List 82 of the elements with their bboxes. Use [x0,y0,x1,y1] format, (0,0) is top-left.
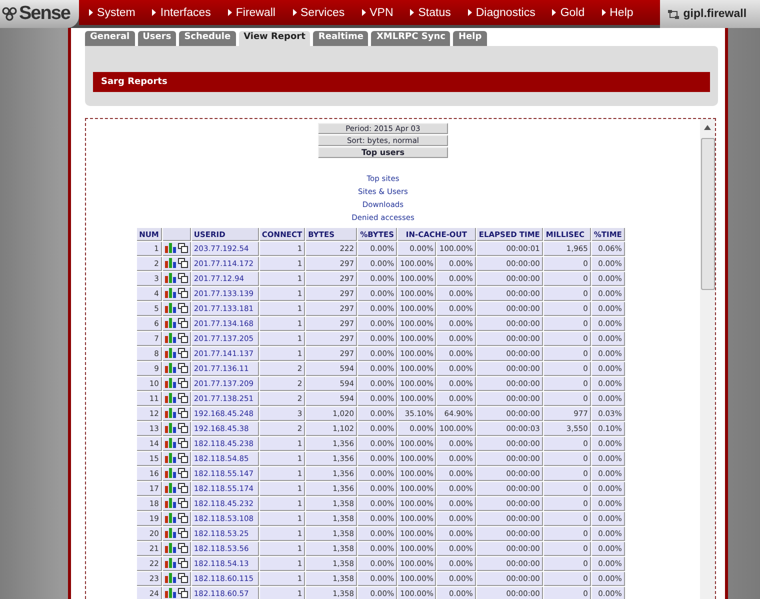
windows-icon[interactable] [178,242,188,252]
windows-icon[interactable] [178,512,188,522]
section-title: Sarg Reports [93,72,710,92]
tab[interactable]: Help [453,31,487,46]
scroll-up-icon[interactable] [704,125,711,130]
triangle-icon [410,9,414,16]
windows-icon[interactable] [178,482,188,492]
bar-chart-icon[interactable] [164,348,176,358]
bar-chart-icon[interactable] [164,558,176,568]
bar-chart-icon[interactable] [164,572,176,582]
host-name: gipl.firewall [683,8,747,20]
tab[interactable]: Schedule [179,31,236,46]
bar-chart-icon[interactable] [164,408,176,418]
windows-icon[interactable] [178,542,188,552]
bar-chart-icon[interactable] [164,362,176,372]
triangle-icon [468,9,472,16]
network-icon [668,8,680,20]
bar-chart-icon[interactable] [164,482,176,492]
bar-chart-icon[interactable] [164,392,176,402]
windows-icon[interactable] [178,348,188,358]
bar-chart-icon[interactable] [164,468,176,478]
report-info: Top users [318,147,448,158]
logo-text: Sense [19,3,70,25]
bar-chart-icon[interactable] [164,498,176,508]
bar-chart-icon[interactable] [164,452,176,462]
logo-icon [2,7,18,21]
nav-item[interactable]: System [89,6,136,18]
triangle-icon [89,9,94,16]
triangle-icon [552,9,556,16]
triangle-icon [228,9,232,16]
windows-icon[interactable] [178,362,188,372]
nav-item[interactable]: Firewall [228,6,276,18]
bar-chart-icon[interactable] [164,272,176,282]
windows-icon[interactable] [178,452,188,462]
windows-icon[interactable] [178,378,188,388]
triangle-icon [602,9,606,16]
tab[interactable]: View Report [238,31,310,46]
windows-icon[interactable] [178,272,188,282]
windows-icon[interactable] [178,392,188,402]
windows-icon[interactable] [178,258,188,268]
triangle-icon [362,9,366,16]
bar-chart-icon[interactable] [164,542,176,552]
bar-chart-icon[interactable] [164,528,176,538]
nav-item[interactable]: Diagnostics [468,6,536,18]
triangle-icon [292,9,296,16]
nav-item[interactable]: Interfaces [152,6,211,18]
bar-chart-icon[interactable] [164,302,176,312]
scroll-thumb[interactable] [700,138,714,290]
windows-icon[interactable] [178,558,188,568]
bar-chart-icon[interactable] [164,318,176,328]
scrollbar[interactable] [700,119,715,599]
tab[interactable]: Users [138,31,176,46]
windows-icon[interactable] [178,422,188,432]
windows-icon[interactable] [178,528,188,538]
windows-icon[interactable] [178,288,188,298]
windows-icon[interactable] [178,332,188,342]
nav-item[interactable]: Help [602,6,634,18]
triangle-icon [152,9,156,16]
tab[interactable]: XMLRPC Sync [371,31,450,46]
nav-item[interactable]: Gold [552,6,585,18]
bar-chart-icon[interactable] [164,258,176,268]
bar-chart-icon[interactable] [164,242,176,252]
windows-icon[interactable] [178,302,188,312]
windows-icon[interactable] [178,498,188,508]
windows-icon[interactable] [178,572,188,582]
tab[interactable]: Realtime [313,31,368,46]
bar-chart-icon[interactable] [164,588,176,598]
tab[interactable]: General [85,31,135,46]
bar-chart-icon[interactable] [164,378,176,388]
windows-icon[interactable] [178,318,188,328]
windows-icon[interactable] [178,468,188,478]
bar-chart-icon[interactable] [164,438,176,448]
bar-chart-icon[interactable] [164,332,176,342]
windows-icon[interactable] [178,408,188,418]
bar-chart-icon[interactable] [164,422,176,432]
bar-chart-icon[interactable] [164,288,176,298]
nav-item[interactable]: Status [410,6,451,18]
windows-icon[interactable] [178,438,188,448]
bar-chart-icon[interactable] [164,512,176,522]
nav-item[interactable]: VPN [362,6,394,18]
nav-item[interactable]: Services [292,6,345,18]
windows-icon[interactable] [178,588,188,598]
